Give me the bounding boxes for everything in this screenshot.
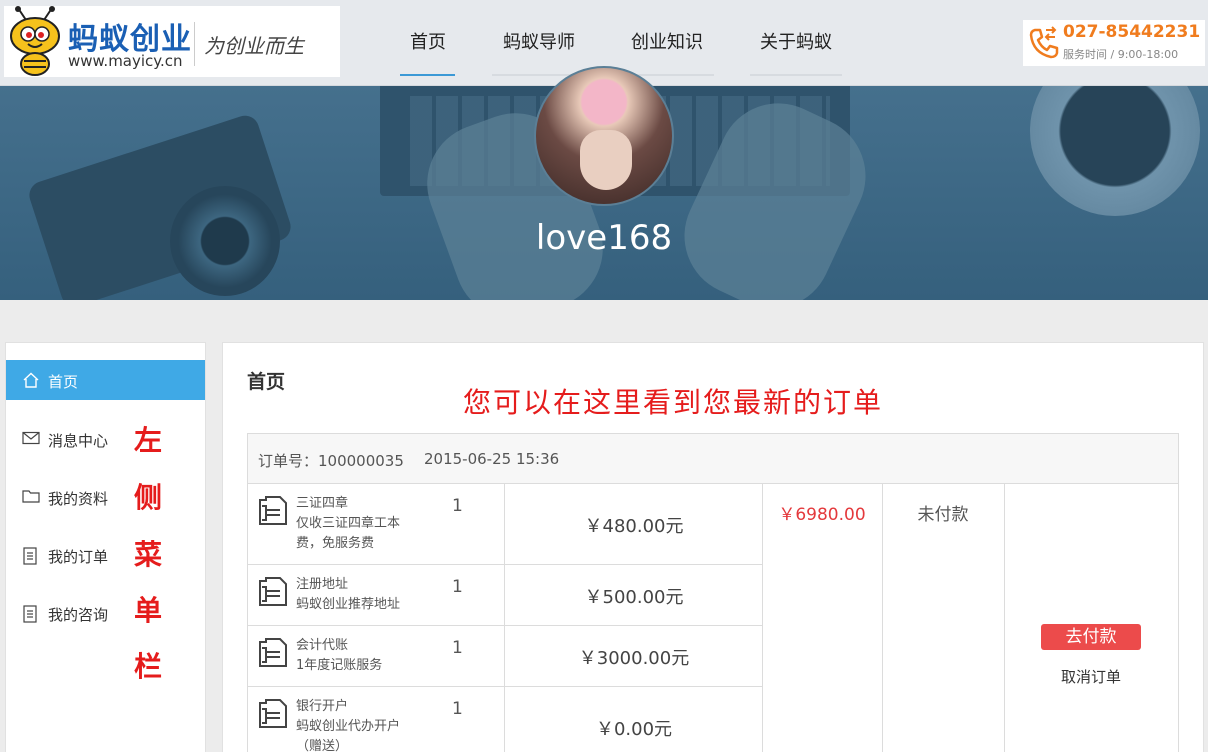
home-icon [23,372,39,388]
sidebar-item-label: 首页 [48,373,79,391]
payment-status: 未付款 [917,505,969,525]
order-item-name-line: 注册地址 [296,577,349,592]
sidebar-item-profile[interactable]: 我的资料 [6,477,205,517]
order-item-quantity: 1 [452,496,463,516]
user-avatar[interactable] [534,66,674,206]
cancel-order-link[interactable]: 取消订单 [1004,666,1178,687]
service-hours: 服务时间 / 9:00-18:00 [1063,48,1179,61]
sidebar-item-label: 我的咨询 [48,606,109,624]
order-item-name-line: 1年度记账服务 [296,658,383,673]
order-time: 2015-06-25 15:36 [424,450,560,468]
sidebar-item-consult[interactable]: 我的咨询 [6,593,205,633]
pay-button[interactable]: 去付款 [1041,624,1141,650]
order-item-name: 三证四章 仅收三证四章工本 费，免服务费 [296,494,426,554]
site-logo[interactable]: 蚂蚁创业 www.mayicy.cn 为创业而生 [4,6,340,77]
nav-active-underline [400,74,455,76]
order-item-price: ￥500.00元 [584,587,684,608]
order-item-quantity: 1 [452,638,463,658]
order-item-name: 会计代账 1年度记账服务 [296,636,426,676]
page-title: 首页 [247,371,286,393]
nav-item-home[interactable]: 首页 [410,28,446,54]
order-item-price: ￥0.00元 [595,719,673,740]
order-item-name-line: 费，免服务费 [296,536,375,551]
phone-number: 027-85442231 [1063,22,1201,42]
avatar-face [580,130,632,190]
order-item-price: ￥480.00元 [584,516,684,537]
sidebar-annotation-char: 侧 [134,481,163,514]
order-item-row: 注册地址 蚂蚁创业推荐地址 1 ￥500.00元 [248,565,762,625]
ant-mascot-icon [10,6,60,76]
order-item-name: 注册地址 蚂蚁创业推荐地址 [296,575,426,615]
document-icon [23,547,37,565]
order-item-name-line: 仅收三证四章工本 [296,516,401,531]
sidebar-annotation-char: 单 [134,594,163,627]
column-divider [1004,484,1005,752]
banner-background-cup [1030,86,1200,216]
mail-icon [22,431,40,445]
sidebar-annotation-char: 栏 [134,650,163,683]
service-document-icon [259,699,287,728]
nav-item-about[interactable]: 关于蚂蚁 [760,28,832,54]
order-item-quantity: 1 [452,699,463,719]
nav-underline [750,74,842,76]
order-item-name-line: 银行开户 [296,699,349,714]
sidebar-item-home[interactable]: 首页 [6,360,205,400]
order-item-price: ￥3000.00元 [578,648,690,669]
order-card: 订单号：100000035 2015-06-25 15:36 三证四章 仅收三证… [247,433,1179,752]
service-document-icon [259,577,287,606]
username: love168 [535,218,673,258]
sidebar-item-label: 我的订单 [48,548,109,566]
left-sidebar: 首页 消息中心 我的资料 我的订单 我的咨询 左 侧 菜 单 栏 [5,342,206,752]
sidebar-annotation-char: 菜 [134,538,163,571]
nav-item-mentor[interactable]: 蚂蚁导师 [503,28,575,54]
sidebar-item-messages[interactable]: 消息中心 [6,419,205,459]
document-icon [23,605,37,623]
contact-phone: 027-85442231 服务时间 / 9:00-18:00 [1023,20,1205,66]
order-item-name-line: 会计代账 [296,638,349,653]
sidebar-item-label: 消息中心 [48,432,109,450]
order-item-name-line: （赠送） [296,739,349,752]
sidebar-item-label: 我的资料 [48,490,109,508]
sidebar-item-orders[interactable]: 我的订单 [6,535,205,575]
order-item-name-line: 三证四章 [296,496,349,511]
orders-annotation: 您可以在这里看到您最新的订单 [463,386,884,419]
service-document-icon [259,638,287,667]
phone-call-icon [1029,26,1059,59]
folder-icon [22,490,40,503]
brand-divider [194,22,195,66]
nav-item-knowledge[interactable]: 创业知识 [631,28,703,54]
order-number: 订单号：100000035 [258,452,404,470]
order-item-name-line: 蚂蚁创业代办开户 [296,719,401,734]
brand-url: www.mayicy.cn [68,52,183,70]
order-item-name: 银行开户 蚂蚁创业代办开户 （赠送） [296,697,426,752]
order-item-name-line: 蚂蚁创业推荐地址 [296,597,401,612]
order-item-row: 银行开户 蚂蚁创业代办开户 （赠送） 1 ￥0.00元 [248,687,762,752]
order-item-quantity: 1 [452,577,463,597]
order-header: 订单号：100000035 2015-06-25 15:36 [248,434,1178,484]
brand-slogan: 为创业而生 [204,34,304,58]
order-item-row: 会计代账 1年度记账服务 1 ￥3000.00元 [248,626,762,686]
main-content-panel: 首页 您可以在这里看到您最新的订单 订单号：100000035 2015-06-… [222,342,1204,752]
sidebar-annotation-char: 左 [134,424,163,457]
service-document-icon [259,496,287,525]
order-total: ￥6980.00 [778,505,866,525]
order-item-row: 三证四章 仅收三证四章工本 费，免服务费 1 ￥480.00元 [248,484,762,564]
